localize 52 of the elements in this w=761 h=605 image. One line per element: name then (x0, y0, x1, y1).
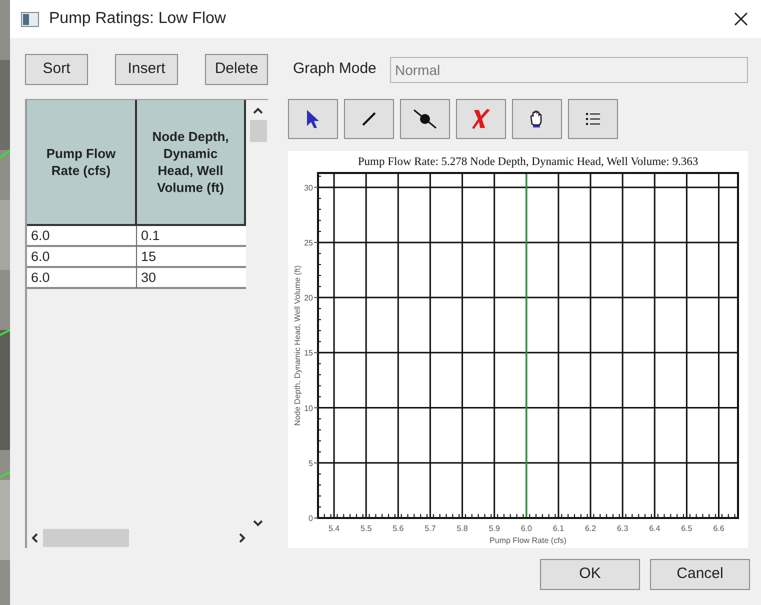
tool-button[interactable] (568, 99, 618, 139)
delete-icon (471, 108, 491, 130)
chart-title: Pump Flow Rate: 5.278 Node Depth, Dynamic Head, Well Volume: 9.363 (358, 156, 698, 168)
x-tick-label: 6.3 (617, 524, 628, 533)
x-axis-title: Pump Flow Rate (cfs) (490, 536, 566, 545)
table-cell: 6.0 (27, 268, 137, 289)
table-cell: 30 (137, 268, 246, 289)
graph-mode-label: Graph Mode (293, 59, 378, 80)
vertical-scroll-thumb[interactable] (250, 120, 266, 142)
table-action-button[interactable]: Insert (115, 54, 178, 85)
x-tick-label: 5.8 (456, 524, 468, 533)
x-tick-label: 6.6 (713, 524, 724, 533)
table-cell: 6.0 (27, 226, 137, 247)
x-tick-label: 5.6 (392, 524, 404, 533)
x-tick-label: 5.7 (424, 524, 436, 533)
close-icon (734, 12, 748, 26)
x-tick-label: 6.5 (681, 524, 692, 533)
window-title: Pump Ratings: Low Flow (49, 9, 227, 29)
tool-button[interactable] (288, 99, 338, 139)
table-cell: 15 (137, 247, 246, 268)
horizontal-scroll-thumb[interactable] (43, 529, 129, 547)
y-tick-label: 10 (304, 404, 313, 413)
y-tick-label: 15 (304, 348, 313, 358)
y-tick-label: 25 (304, 238, 313, 248)
graph-mode-field[interactable]: Normal (390, 56, 748, 82)
table-cell: 0.1 (137, 226, 246, 247)
y-axis-title: Node Depth, Dynamic Head, Well Volume (ft) (293, 265, 302, 426)
y-tick-label: 20 (304, 294, 313, 303)
y-tick-label: 0 (308, 514, 313, 523)
point-icon (413, 109, 437, 129)
table-cell: 6.0 (27, 247, 137, 268)
table-action-button[interactable]: Sort (25, 54, 88, 85)
window-icon (21, 12, 39, 26)
x-tick-label: 5.4 (328, 524, 340, 533)
y-tick-label: 5 (308, 458, 313, 468)
column-header: Node Depth, Dynamic Head, Well Volume (ft) (137, 100, 246, 226)
tool-button[interactable] (512, 99, 562, 139)
line-icon (362, 112, 376, 126)
dialog-button[interactable]: Cancel (650, 559, 750, 590)
x-tick-label: 6.2 (584, 524, 596, 533)
x-tick-label: 6.0 (520, 524, 532, 533)
y-tick-label: 30 (304, 183, 313, 192)
x-tick-label: 5.5 (360, 524, 372, 533)
tool-button[interactable] (400, 99, 450, 139)
pointer-icon (306, 109, 320, 129)
table-action-button[interactable]: Delete (205, 54, 268, 85)
x-tick-label: 6.4 (649, 524, 660, 533)
dialog-button[interactable]: OK (540, 559, 640, 590)
column-header: Pump Flow Rate (cfs) (27, 100, 137, 226)
list-icon (585, 112, 601, 126)
x-tick-label: 5.9 (488, 524, 500, 533)
x-tick-label: 6.1 (552, 524, 564, 533)
